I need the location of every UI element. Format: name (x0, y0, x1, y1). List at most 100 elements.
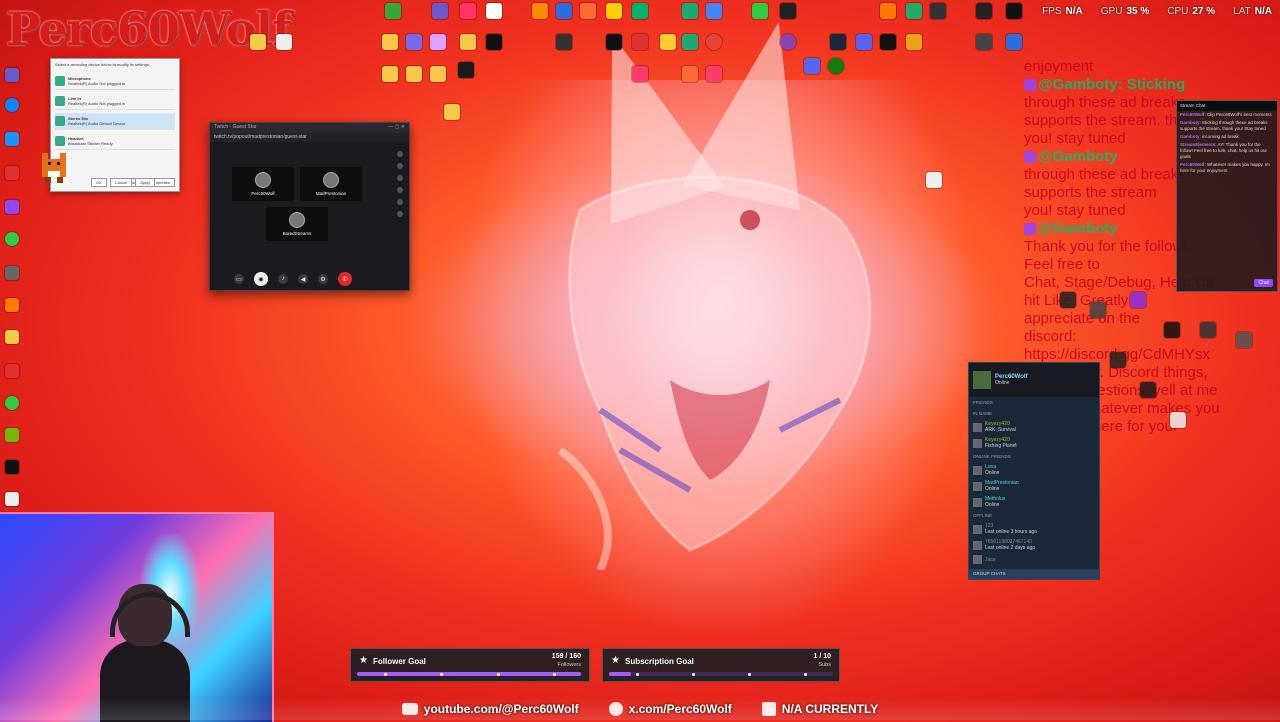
app-icon[interactable] (556, 3, 572, 19)
app-icon[interactable] (5, 330, 19, 344)
screen-icon[interactable]: ▭ (234, 274, 244, 284)
app-icon[interactable] (5, 492, 19, 506)
youtube-link[interactable]: youtube.com/@Perc60Wolf (401, 702, 579, 716)
folder-icon[interactable] (406, 66, 422, 82)
chat-send-button[interactable]: Chat (1254, 279, 1273, 287)
steam-icon[interactable] (830, 34, 846, 50)
apply-button[interactable]: Apply (135, 178, 156, 187)
app-icon[interactable] (486, 34, 502, 50)
microphone-icon[interactable]: ♪ (278, 274, 288, 284)
app-icon[interactable] (385, 3, 401, 19)
app-icon[interactable] (706, 3, 722, 19)
app-icon[interactable] (880, 34, 896, 50)
camera-icon[interactable]: ◉ (254, 272, 268, 286)
app-icon[interactable] (682, 66, 698, 82)
edge-icon[interactable] (5, 98, 19, 112)
xbox-icon[interactable] (828, 58, 844, 74)
tool-icon[interactable] (397, 199, 403, 205)
app-icon[interactable] (1140, 382, 1156, 398)
friend-item[interactable]: Keyezy420 Fishing Planet (969, 435, 1099, 451)
app-icon[interactable] (1006, 3, 1022, 19)
tool-icon[interactable] (397, 163, 403, 169)
app-icon[interactable] (5, 200, 19, 214)
folder-icon[interactable] (460, 34, 476, 50)
cancel-button[interactable]: Cancel (109, 178, 133, 187)
ok-button[interactable]: OK (91, 178, 107, 187)
app-icon[interactable] (1170, 412, 1186, 428)
app-icon[interactable] (580, 3, 596, 19)
app-icon[interactable] (1006, 34, 1022, 50)
app-icon[interactable] (1164, 322, 1180, 338)
guest-tile[interactable]: BoredStreams (266, 207, 328, 241)
app-icon[interactable] (1110, 352, 1126, 368)
app-icon[interactable] (406, 34, 422, 50)
tool-icon[interactable] (397, 151, 403, 157)
tool-icon[interactable] (397, 175, 403, 181)
end-call-button[interactable]: ✆ (338, 272, 352, 286)
steam-profile[interactable]: Perc60Wolf Online (969, 363, 1099, 397)
app-icon[interactable] (976, 34, 992, 50)
device-row[interactable]: Microphone Realtek(R) Audio Not plugged i… (55, 73, 175, 90)
app-icon[interactable] (632, 66, 648, 82)
app-icon[interactable] (682, 34, 698, 50)
app-icon[interactable] (706, 66, 722, 82)
address-bar[interactable]: twitch.tv/popout/madprestonian/guest-sta… (210, 133, 409, 142)
app-icon[interactable] (632, 3, 648, 19)
guest-tile[interactable]: MadPrestonian (300, 167, 362, 201)
app-icon[interactable] (906, 3, 922, 19)
app-icon[interactable] (856, 34, 872, 50)
app-icon[interactable] (1090, 302, 1106, 318)
app-icon[interactable] (1236, 332, 1252, 348)
friend-item[interactable]: Luna Online (969, 462, 1099, 478)
gear-icon[interactable]: ⚙ (318, 274, 328, 284)
group-chats-bar[interactable]: GROUP CHATS (969, 569, 1099, 579)
app-icon[interactable] (780, 34, 796, 50)
app-icon[interactable] (5, 232, 19, 246)
app-icon[interactable] (606, 3, 622, 19)
app-icon[interactable] (5, 364, 19, 378)
app-icon[interactable] (5, 132, 19, 146)
app-icon[interactable] (5, 266, 19, 280)
app-icon[interactable] (1060, 292, 1076, 308)
app-icon[interactable] (906, 34, 922, 50)
app-icon[interactable] (660, 34, 676, 50)
tool-icon[interactable] (397, 187, 403, 193)
folder-icon[interactable] (250, 34, 266, 50)
app-icon[interactable] (1200, 322, 1216, 338)
chrome-icon[interactable] (706, 34, 722, 50)
app-icon[interactable] (460, 3, 476, 19)
app-icon[interactable] (682, 3, 698, 19)
device-row[interactable]: Headset Broadcast Stream Ready (55, 133, 175, 150)
app-icon[interactable] (5, 68, 19, 82)
app-icon[interactable] (430, 34, 446, 50)
facebook-link[interactable]: N/A CURRENTLY (761, 702, 878, 716)
app-icon[interactable] (5, 460, 19, 474)
app-icon[interactable] (5, 428, 19, 442)
file-icon[interactable] (276, 34, 292, 50)
discord-icon[interactable] (804, 58, 820, 74)
app-icon[interactable] (5, 396, 19, 410)
folder-icon[interactable] (444, 104, 460, 120)
volume-icon[interactable]: ◀ (298, 274, 308, 284)
app-icon[interactable] (606, 34, 622, 50)
app-icon[interactable] (532, 3, 548, 19)
window-controls[interactable]: — ▢ ✕ (388, 124, 405, 132)
app-icon[interactable] (752, 3, 768, 19)
app-icon[interactable] (5, 298, 19, 312)
app-icon[interactable] (880, 3, 896, 19)
folder-icon[interactable] (430, 66, 446, 82)
friend-item[interactable]: MadPrestonian Online (969, 478, 1099, 494)
app-icon[interactable] (780, 3, 796, 19)
friend-item[interactable]: 123 Last online 3 hours ago (969, 521, 1099, 537)
app-icon[interactable] (556, 34, 572, 50)
app-icon[interactable] (976, 3, 992, 19)
app-icon[interactable] (930, 3, 946, 19)
friend-item[interactable]: Jace (969, 553, 1099, 566)
friend-item[interactable]: Metholus Online (969, 494, 1099, 510)
folder-icon[interactable] (382, 34, 398, 50)
app-icon[interactable] (632, 34, 648, 50)
device-row-selected[interactable]: Stereo Mix Realtek(R) Audio Default Devic… (55, 113, 175, 130)
app-icon[interactable] (1130, 292, 1146, 308)
app-icon[interactable] (432, 3, 448, 19)
file-icon[interactable] (926, 172, 942, 188)
